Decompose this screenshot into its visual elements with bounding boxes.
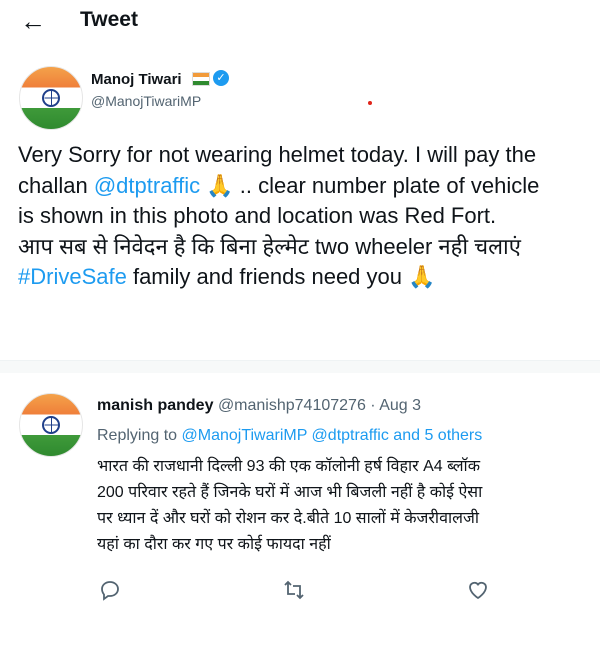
hashtag-link[interactable]: #DriveSafe (18, 264, 127, 289)
tweet-line: is shown in this photo and location was … (18, 203, 497, 228)
like-icon[interactable] (466, 578, 490, 602)
tweet-line: #DriveSafe family and friends need you 🙏 (18, 264, 436, 289)
reply-header: manish pandey @manishp74107276 · Aug 3 (97, 397, 421, 415)
reply-line: भारत की राजधानी दिल्ली 93 की एक कॉलोनी ह… (97, 458, 480, 475)
tweet-text: Very Sorry for not wearing helmet today.… (18, 140, 600, 293)
arrow-left-icon[interactable]: ← (20, 7, 46, 35)
author-name[interactable]: Manoj Tiwari (91, 71, 182, 88)
top-bar: ← Tweet (0, 0, 600, 44)
mention-link[interactable]: @dtptraffic (94, 173, 200, 198)
reply-author-handle[interactable]: @manishp74107276 (218, 397, 366, 414)
retweet-icon[interactable] (282, 578, 306, 602)
replying-to-links[interactable]: @ManojTiwariMP @dtptraffic and 5 others (182, 427, 483, 444)
reply-line: यहां का दौरा कर गए पर कोई फायदा नहीं (97, 536, 331, 553)
dot-separator: · (365, 397, 380, 414)
reply-date[interactable]: Aug 3 (379, 397, 421, 414)
avatar[interactable] (19, 66, 83, 130)
reply-avatar[interactable] (19, 393, 83, 457)
tweet-line: Very Sorry for not wearing helmet today.… (18, 142, 537, 167)
tweet-line: आप सब से निवेदन है कि बिना हेल्मेट two w… (18, 233, 521, 259)
author-handle[interactable]: @ManojTiwariMP (91, 93, 201, 109)
tweet-line: challan @dtptraffic 🙏 .. clear number pl… (18, 172, 540, 198)
page-title: Tweet (80, 8, 138, 31)
reply-icon[interactable] (98, 578, 122, 602)
reply-actions (0, 578, 600, 606)
red-dot (368, 101, 372, 105)
replying-to: Replying to @ManojTiwariMP @dtptraffic a… (97, 427, 483, 444)
section-divider (0, 360, 600, 373)
verified-badge-icon: ✓ (213, 70, 229, 86)
reply-line: 200 परिवार रहते हैं जिनके घरों में आज भी… (97, 484, 483, 501)
reply-author-name[interactable]: manish pandey (97, 397, 213, 414)
reply-line: पर ध्यान दें और घरों को रोशन कर दे.बीते … (97, 510, 479, 527)
reply-text: भारत की राजधानी दिल्ली 93 की एक कॉलोनी ह… (97, 454, 600, 558)
indian-flag-emoji (192, 72, 210, 86)
